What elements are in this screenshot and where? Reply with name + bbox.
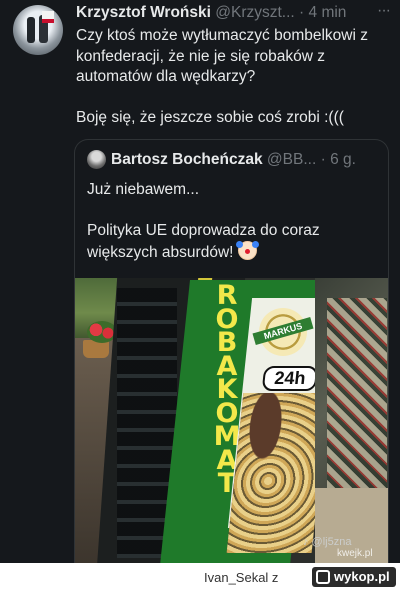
quoted-tweet-header: Bartosz Bocheńczak @BB... · 6 g. [111, 151, 381, 169]
quoted-tweet-text: Już niebawem... Polityka UE doprowadza d… [87, 180, 379, 264]
tweet-text: Czy ktoś może wytłumaczyć bombelkowi z k… [76, 26, 392, 128]
tweet-text-paragraph-2: Boję się, że jeszcze sobie coś zrobi :((… [76, 108, 344, 126]
tweet-photo[interactable]: R O B A K O M A T MARKUS 24h ♪ @lj5zna k… [75, 278, 388, 563]
quoted-text-paragraph-2: Polityka UE doprowadza do coraz większyc… [87, 221, 379, 264]
photo-mural [327, 298, 387, 488]
author-avatar[interactable] [13, 5, 63, 55]
avatar-figure [27, 17, 35, 43]
quoted-author-name: Bartosz Bocheńczak [111, 151, 263, 168]
source-footer: Ivan_Sekal z wykop.pl [0, 563, 400, 591]
quoted-text-paragraph-2-text: Polityka UE doprowadza do coraz większyc… [87, 221, 320, 262]
quoted-tweet-time: 6 g. [330, 151, 356, 168]
meta-separator: · [299, 4, 305, 21]
uploader-username[interactable]: Ivan_Sekal z [204, 570, 278, 585]
tweet-card[interactable]: Krzysztof Wroński @Krzyszt... · 4 min ··… [0, 0, 400, 563]
quoted-meta-separator: · [320, 151, 326, 168]
wykop-logo-icon [316, 570, 330, 584]
photo-bait-pictures [226, 393, 329, 553]
wykop-logo-text: wykop.pl [334, 569, 390, 584]
kwejk-watermark: kwejk.pl [337, 548, 373, 559]
more-options-icon[interactable]: ··· [377, 2, 391, 20]
clown-face-icon [235, 241, 257, 260]
tiktok-watermark: ♪ @lj5zna [303, 536, 352, 548]
avatar-flag [42, 11, 54, 23]
quoted-tweet[interactable]: Bartosz Bocheńczak @BB... · 6 g. Już nie… [74, 139, 389, 563]
quoted-text-paragraph-1: Już niebawem... [87, 181, 199, 198]
quoted-author-handle: @BB... [266, 151, 317, 168]
quoted-author-avatar [87, 150, 106, 169]
photo-24h-badge: 24h [261, 366, 319, 391]
tweet-header: Krzysztof Wroński @Krzyszt... · 4 min [76, 4, 390, 26]
author-handle[interactable]: @Krzyszt... [215, 4, 294, 21]
wykop-logo[interactable]: wykop.pl [312, 567, 396, 587]
tweet-text-paragraph-1: Czy ktoś może wytłumaczyć bombelkowi z k… [76, 27, 368, 85]
tweet-time[interactable]: 4 min [309, 4, 347, 21]
author-name[interactable]: Krzysztof Wroński [76, 4, 211, 21]
